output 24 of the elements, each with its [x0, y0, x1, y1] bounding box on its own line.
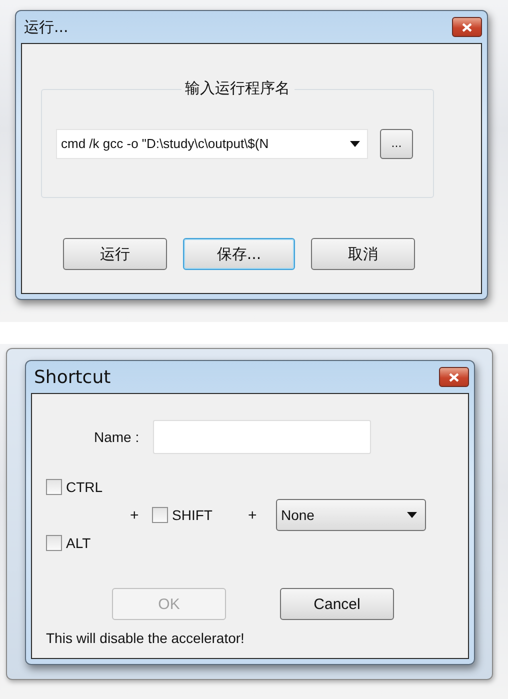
close-icon [462, 22, 472, 32]
group-title: 输入运行程序名 [181, 79, 294, 98]
close-button[interactable] [439, 367, 469, 387]
command-combo[interactable]: cmd /k gcc -o "D:\study\c\output\$(N [56, 128, 368, 158]
warning-message: This will disable the accelerator! [46, 630, 246, 646]
close-icon [449, 372, 459, 382]
window-title: 运行... [24, 18, 68, 36]
plus-sign: + [248, 506, 258, 524]
alt-checkbox[interactable]: ALT [46, 535, 130, 551]
key-dropdown[interactable]: None [276, 499, 426, 531]
dialog-button[interactable]: Cancel [280, 588, 394, 620]
dialog-button[interactable]: 保存... [183, 238, 295, 270]
dialog-button[interactable]: 取消 [311, 238, 415, 270]
shift-checkbox[interactable]: SHIFT [152, 507, 248, 523]
caret-icon [407, 512, 417, 518]
caret-icon [350, 140, 360, 146]
dialog-button[interactable]: 运行 [63, 238, 167, 270]
name-label: Name : [94, 429, 140, 445]
ctrl-checkbox[interactable]: CTRL [46, 479, 130, 495]
plus-sign: + [130, 506, 140, 524]
browse-button[interactable]: ... [380, 128, 413, 158]
close-button[interactable] [452, 17, 482, 37]
name-field[interactable] [153, 420, 372, 454]
window-title: Shortcut [34, 366, 111, 388]
